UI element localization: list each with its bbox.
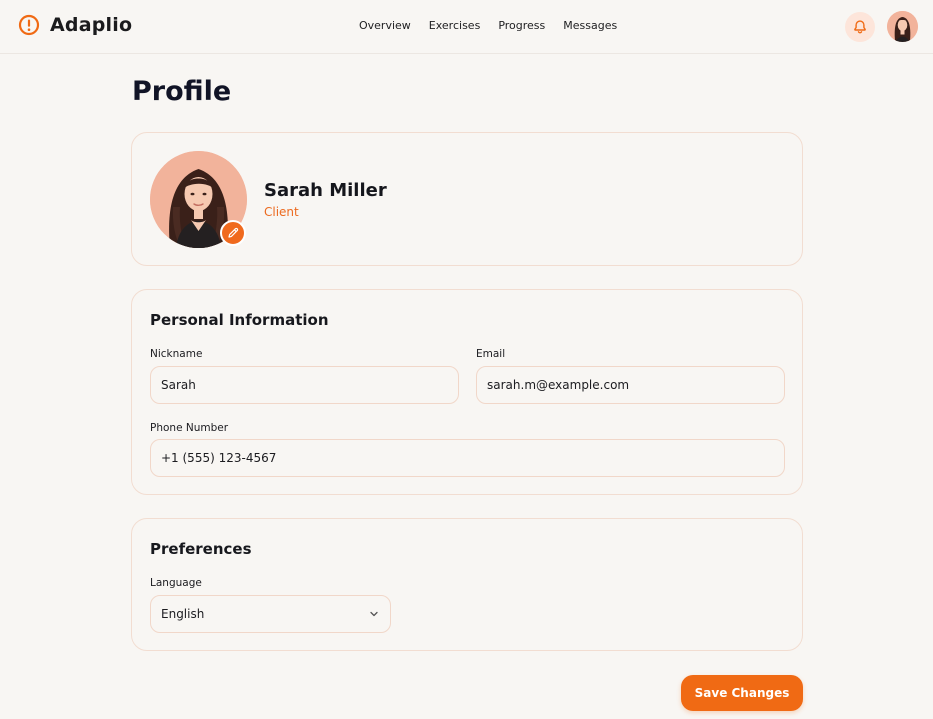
brand[interactable]: Adaplio xyxy=(18,14,132,36)
nav-messages[interactable]: Messages xyxy=(563,19,617,33)
main-nav: Overview Exercises Progress Messages xyxy=(359,19,635,33)
page-title: Profile xyxy=(132,76,232,107)
language-selected-value: English xyxy=(161,607,205,621)
nickname-label: Nickname xyxy=(150,348,203,360)
personal-information-card: Personal Information Nickname Sarah Emai… xyxy=(131,289,803,495)
top-navigation-bar: Adaplio Overview Exercises Progress Mess… xyxy=(0,0,933,54)
bell-icon xyxy=(854,20,866,34)
app-name: Adaplio xyxy=(50,14,133,36)
save-changes-button[interactable]: Save Changes xyxy=(681,675,803,711)
pencil-icon xyxy=(228,227,239,238)
nav-progress[interactable]: Progress xyxy=(498,19,545,33)
language-label: Language xyxy=(150,577,202,589)
section-title-preferences: Preferences xyxy=(150,540,252,558)
email-input[interactable]: sarah.m@example.com xyxy=(476,366,785,404)
profile-name: Sarah Miller xyxy=(264,180,387,201)
alert-circle-icon xyxy=(18,14,40,36)
profile-role: Client xyxy=(264,205,299,219)
nav-overview[interactable]: Overview xyxy=(359,19,411,33)
email-label: Email xyxy=(476,348,506,360)
edit-avatar-button[interactable] xyxy=(220,220,246,246)
notifications-button[interactable] xyxy=(845,12,875,42)
nav-exercises[interactable]: Exercises xyxy=(429,19,481,33)
language-select[interactable]: English xyxy=(150,595,391,633)
phone-label: Phone Number xyxy=(150,422,229,434)
nickname-input[interactable]: Sarah xyxy=(150,366,459,404)
profile-card: Sarah Miller Client xyxy=(131,132,803,266)
user-avatar-button[interactable] xyxy=(887,11,918,42)
chevron-down-icon xyxy=(370,611,378,617)
phone-input[interactable]: +1 (555) 123-4567 xyxy=(150,439,785,477)
user-avatar xyxy=(887,11,918,42)
section-title-personal-info: Personal Information xyxy=(150,311,329,329)
preferences-card: Preferences Language English xyxy=(131,518,803,651)
